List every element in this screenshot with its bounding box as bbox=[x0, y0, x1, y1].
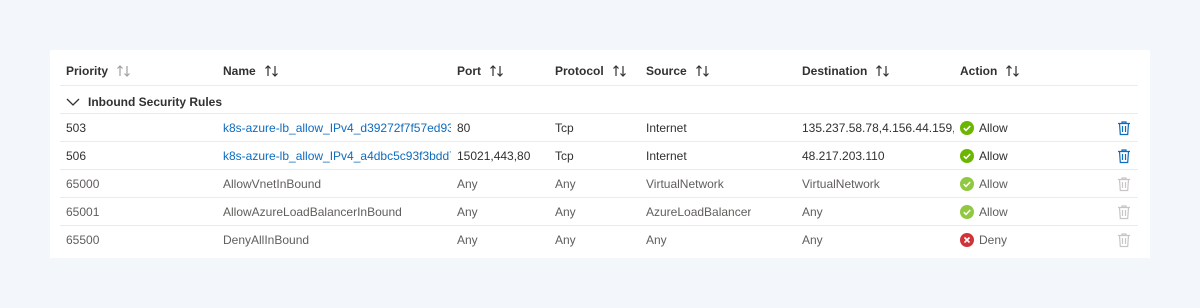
row-name-link[interactable]: k8s-azure-lb_allow_IPv4_d39272f7f57ed937… bbox=[223, 114, 451, 142]
row-source: Internet bbox=[646, 149, 687, 163]
row-priority: 506 bbox=[66, 149, 87, 163]
sort-arrows-icon[interactable] bbox=[695, 64, 711, 78]
row-port: 15021,443,80 bbox=[457, 149, 531, 163]
header-divider bbox=[60, 85, 1138, 86]
action-label: Deny bbox=[979, 233, 1008, 247]
check-circle-icon bbox=[960, 177, 974, 191]
row-protocol: Tcp bbox=[555, 149, 574, 163]
column-header-source[interactable]: Source bbox=[646, 55, 711, 87]
column-header-destination[interactable]: Destination bbox=[802, 55, 891, 87]
row-source: VirtualNetwork bbox=[646, 177, 724, 191]
row-priority: 65001 bbox=[66, 205, 100, 219]
column-header-name[interactable]: Name bbox=[223, 55, 280, 87]
column-header-label: Priority bbox=[66, 64, 109, 78]
check-circle-icon bbox=[960, 149, 974, 163]
check-circle-icon bbox=[960, 205, 974, 219]
column-header-label: Name bbox=[223, 64, 256, 78]
group-label: Inbound Security Rules bbox=[88, 95, 223, 109]
error-circle-icon bbox=[960, 233, 974, 247]
sort-arrows-icon[interactable] bbox=[264, 64, 280, 78]
row-destination: 48.217.203.110 bbox=[802, 149, 885, 163]
table-header: Priority Name Port Protocol Source Desti… bbox=[50, 55, 1150, 87]
row-destination: Any bbox=[802, 205, 823, 219]
group-toggle[interactable]: Inbound Security Rules bbox=[66, 88, 222, 116]
sort-arrows-icon[interactable] bbox=[116, 64, 132, 78]
row-protocol: Any bbox=[555, 205, 576, 219]
row-port: 80 bbox=[457, 121, 471, 135]
row-name: DenyAllInBound bbox=[223, 233, 310, 247]
trash-icon bbox=[1118, 177, 1130, 192]
row-action: Deny bbox=[960, 226, 1007, 254]
row-destination: Any bbox=[802, 233, 823, 247]
column-header-label: Source bbox=[646, 64, 687, 78]
column-header-label: Action bbox=[960, 64, 998, 78]
row-source: Internet bbox=[646, 121, 687, 135]
sort-arrows-icon[interactable] bbox=[489, 64, 505, 78]
row-port: Any bbox=[457, 205, 478, 219]
action-label: Allow bbox=[979, 149, 1008, 163]
row-action: Allow bbox=[960, 114, 1008, 142]
row-name: AllowVnetInBound bbox=[223, 177, 322, 191]
table-row: 65000 AllowVnetInBound Any Any VirtualNe… bbox=[50, 170, 1150, 198]
row-name-link[interactable]: k8s-azure-lb_allow_IPv4_a4dbc5c93f3bdd7a… bbox=[223, 142, 451, 170]
action-label: Allow bbox=[979, 205, 1008, 219]
group-header[interactable]: Inbound Security Rules bbox=[50, 88, 1150, 116]
row-source: AzureLoadBalancer bbox=[646, 205, 752, 219]
row-name: AllowAzureLoadBalancerInBound bbox=[223, 205, 402, 219]
column-header-label: Protocol bbox=[555, 64, 604, 78]
row-action: Allow bbox=[960, 198, 1008, 226]
check-circle-icon bbox=[960, 121, 974, 135]
column-header-action[interactable]: Action bbox=[960, 55, 1021, 87]
action-label: Allow bbox=[979, 121, 1008, 135]
row-protocol: Any bbox=[555, 177, 576, 191]
table-row: 65001 AllowAzureLoadBalancerInBound Any … bbox=[50, 198, 1150, 226]
row-protocol: Any bbox=[555, 233, 576, 247]
column-header-label: Destination bbox=[802, 64, 868, 78]
column-header-priority[interactable]: Priority bbox=[66, 55, 132, 87]
sort-arrows-icon[interactable] bbox=[612, 64, 628, 78]
row-protocol: Tcp bbox=[555, 121, 574, 135]
column-header-port[interactable]: Port bbox=[457, 55, 505, 87]
sort-arrows-icon[interactable] bbox=[1005, 64, 1021, 78]
trash-icon[interactable] bbox=[1116, 120, 1132, 136]
row-priority: 65000 bbox=[66, 177, 100, 191]
security-rules-table: Priority Name Port Protocol Source Desti… bbox=[50, 50, 1150, 258]
trash-icon bbox=[1118, 233, 1130, 248]
action-label: Allow bbox=[979, 177, 1008, 191]
sort-arrows-icon[interactable] bbox=[875, 64, 891, 78]
table-row: 506 k8s-azure-lb_allow_IPv4_a4dbc5c93f3b… bbox=[50, 142, 1150, 170]
column-header-protocol[interactable]: Protocol bbox=[555, 55, 628, 87]
row-priority: 65500 bbox=[66, 233, 100, 247]
trash-icon bbox=[1118, 205, 1130, 220]
row-port: Any bbox=[457, 177, 478, 191]
table-row: 65500 DenyAllInBound Any Any Any Any Den… bbox=[50, 226, 1150, 254]
row-destination: VirtualNetwork bbox=[802, 177, 880, 191]
row-port: Any bbox=[457, 233, 478, 247]
column-header-label: Port bbox=[457, 64, 481, 78]
chevron-down-icon[interactable] bbox=[66, 97, 80, 107]
row-source: Any bbox=[646, 233, 667, 247]
row-action: Allow bbox=[960, 142, 1008, 170]
table-row: 503 k8s-azure-lb_allow_IPv4_d39272f7f57e… bbox=[50, 114, 1150, 142]
trash-icon[interactable] bbox=[1116, 148, 1132, 164]
row-destination: 135.237.58.78,4.156.44.159,4… bbox=[802, 121, 954, 135]
row-action: Allow bbox=[960, 170, 1008, 198]
row-priority: 503 bbox=[66, 121, 87, 135]
